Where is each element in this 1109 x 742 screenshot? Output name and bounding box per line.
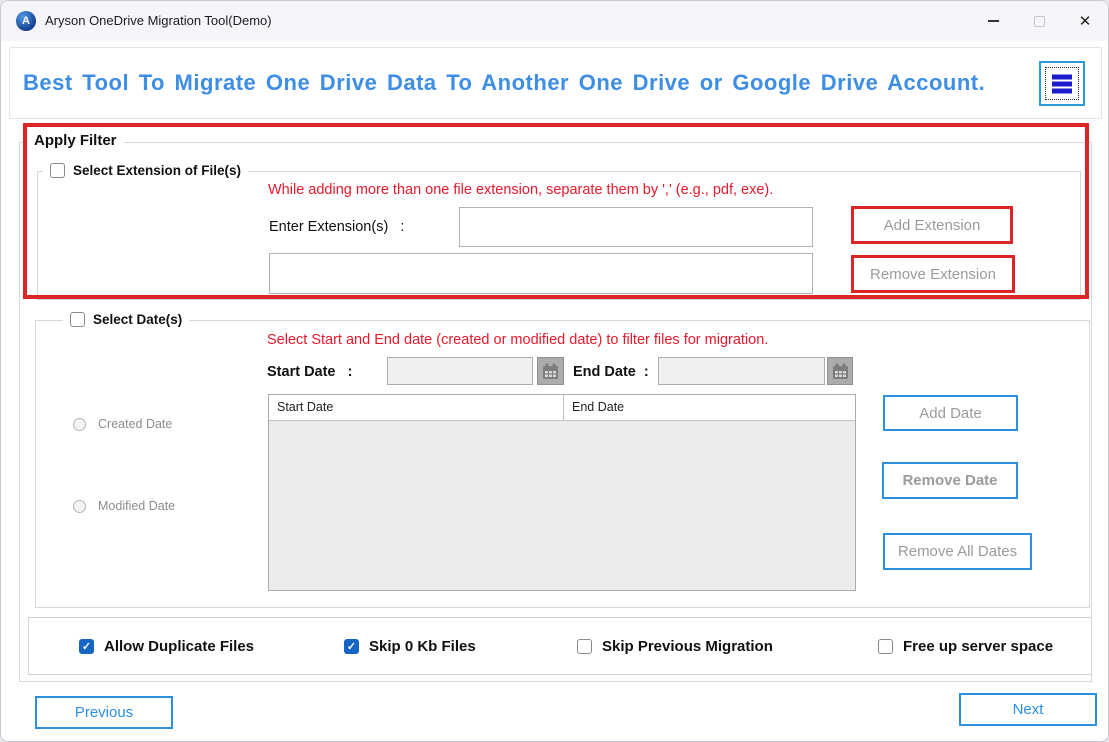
dates-table: Start Date End Date (268, 394, 856, 591)
add-date-button[interactable]: Add Date (883, 395, 1018, 431)
start-date-calendar-button[interactable] (537, 357, 564, 385)
extension-legend: Select Extension of File(s) (43, 163, 248, 178)
header-banner: Best Tool To Migrate One Drive Data To A… (9, 47, 1102, 119)
allow-duplicate-files-label: Allow Duplicate Files (104, 638, 254, 655)
skip-0kb-files-label: Skip 0 Kb Files (369, 638, 476, 655)
dates-legend: Select Date(s) (63, 312, 189, 327)
end-date-column-header: End Date (564, 395, 624, 420)
radio-icon (73, 500, 86, 513)
remove-all-dates-button[interactable]: Remove All Dates (883, 533, 1032, 570)
skip-previous-migration-checkbox[interactable] (577, 639, 592, 654)
next-button[interactable]: Next (959, 693, 1097, 726)
extension-input[interactable] (459, 207, 813, 247)
dates-hint: Select Start and End date (created or mo… (267, 332, 768, 348)
created-date-label: Created Date (98, 417, 172, 431)
start-date-input[interactable] (387, 357, 533, 385)
select-dates-label: Select Date(s) (93, 312, 182, 327)
created-date-radio[interactable]: Created Date (73, 417, 172, 431)
window-controls: ✕ (970, 1, 1108, 41)
menu-button[interactable] (1039, 61, 1085, 106)
window-title: Aryson OneDrive Migration Tool(Demo) (45, 13, 272, 28)
calendar-icon (542, 363, 559, 380)
enter-extension-label: Enter Extension(s) : (269, 219, 404, 235)
hamburger-icon (1052, 72, 1072, 95)
skip-0kb-files-option[interactable]: Skip 0 Kb Files (344, 638, 476, 655)
end-date-calendar-button[interactable] (827, 357, 853, 385)
close-icon: ✕ (1079, 14, 1092, 29)
free-up-server-space-checkbox[interactable] (878, 639, 893, 654)
remove-date-button[interactable]: Remove Date (882, 462, 1018, 499)
skip-0kb-files-checkbox[interactable] (344, 639, 359, 654)
calendar-icon (832, 363, 849, 380)
free-up-server-space-label: Free up server space (903, 638, 1053, 655)
page-title: Best Tool To Migrate One Drive Data To A… (23, 70, 985, 96)
app-logo-icon: A (16, 11, 36, 31)
skip-previous-migration-option[interactable]: Skip Previous Migration (577, 638, 773, 655)
minimize-button[interactable] (970, 1, 1016, 41)
free-up-server-space-option[interactable]: Free up server space (878, 638, 1053, 655)
allow-duplicate-files-option[interactable]: Allow Duplicate Files (79, 638, 254, 655)
modified-date-label: Modified Date (98, 499, 175, 513)
modified-date-radio[interactable]: Modified Date (73, 499, 175, 513)
allow-duplicate-files-checkbox[interactable] (79, 639, 94, 654)
select-extension-checkbox[interactable] (50, 163, 65, 178)
previous-button[interactable]: Previous (35, 696, 173, 729)
close-button[interactable]: ✕ (1062, 1, 1108, 41)
titlebar: A Aryson OneDrive Migration Tool(Demo) ✕ (1, 1, 1108, 41)
extension-list-field[interactable] (269, 253, 813, 294)
end-date-input[interactable] (658, 357, 825, 385)
select-dates-checkbox[interactable] (70, 312, 85, 327)
skip-previous-migration-label: Skip Previous Migration (602, 638, 773, 655)
add-extension-button[interactable]: Add Extension (851, 206, 1013, 244)
radio-icon (73, 418, 86, 431)
dates-table-header: Start Date End Date (269, 395, 855, 421)
end-date-label: End Date : (573, 364, 649, 380)
apply-filter-title: Apply Filter (27, 132, 124, 149)
remove-extension-button[interactable]: Remove Extension (851, 255, 1015, 293)
start-date-column-header: Start Date (269, 395, 564, 420)
select-extension-label: Select Extension of File(s) (73, 163, 241, 178)
app-window: A Aryson OneDrive Migration Tool(Demo) ✕… (0, 0, 1109, 742)
extension-hint: While adding more than one file extensio… (268, 182, 773, 198)
minimize-icon (988, 20, 999, 22)
maximize-button[interactable] (1016, 1, 1062, 41)
start-date-label: Start Date : (267, 364, 352, 380)
maximize-icon (1034, 16, 1045, 27)
